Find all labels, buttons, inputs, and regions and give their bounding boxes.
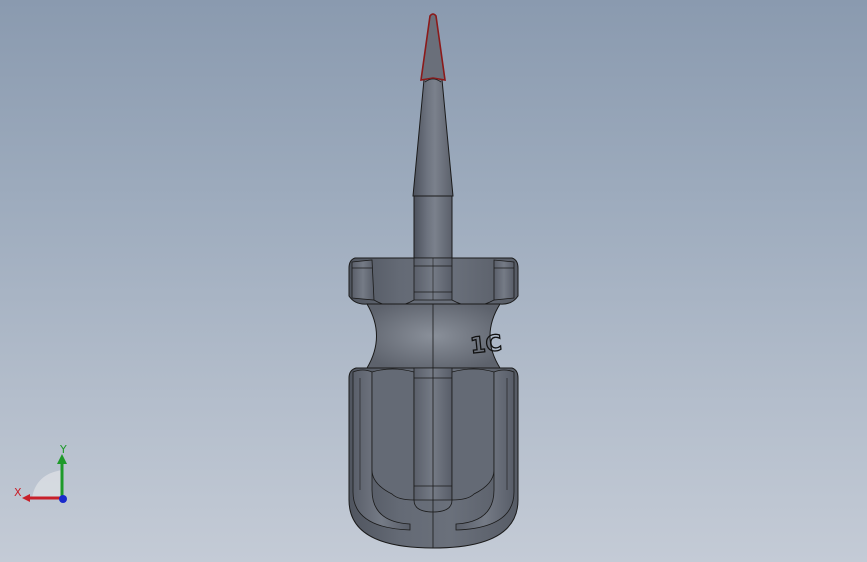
handle-grip[interactable] — [348, 367, 519, 549]
handle-top-collar[interactable] — [348, 257, 519, 307]
screwdriver-model[interactable]: 1C — [0, 0, 867, 562]
graphics-viewport[interactable]: 1C Y X — [0, 0, 867, 562]
blade-tip[interactable] — [412, 13, 454, 197]
handle-waist[interactable]: 1C — [366, 303, 504, 369]
handle-engraving-text: 1C — [469, 331, 503, 359]
shaft[interactable] — [413, 195, 453, 259]
orientation-triad[interactable]: Y X — [10, 440, 80, 510]
z-axis-dot — [59, 495, 67, 503]
x-axis-arrowhead — [22, 494, 30, 502]
y-axis-label: Y — [59, 443, 67, 456]
triad-plane-icon — [32, 470, 62, 498]
x-axis-label: X — [14, 486, 22, 499]
